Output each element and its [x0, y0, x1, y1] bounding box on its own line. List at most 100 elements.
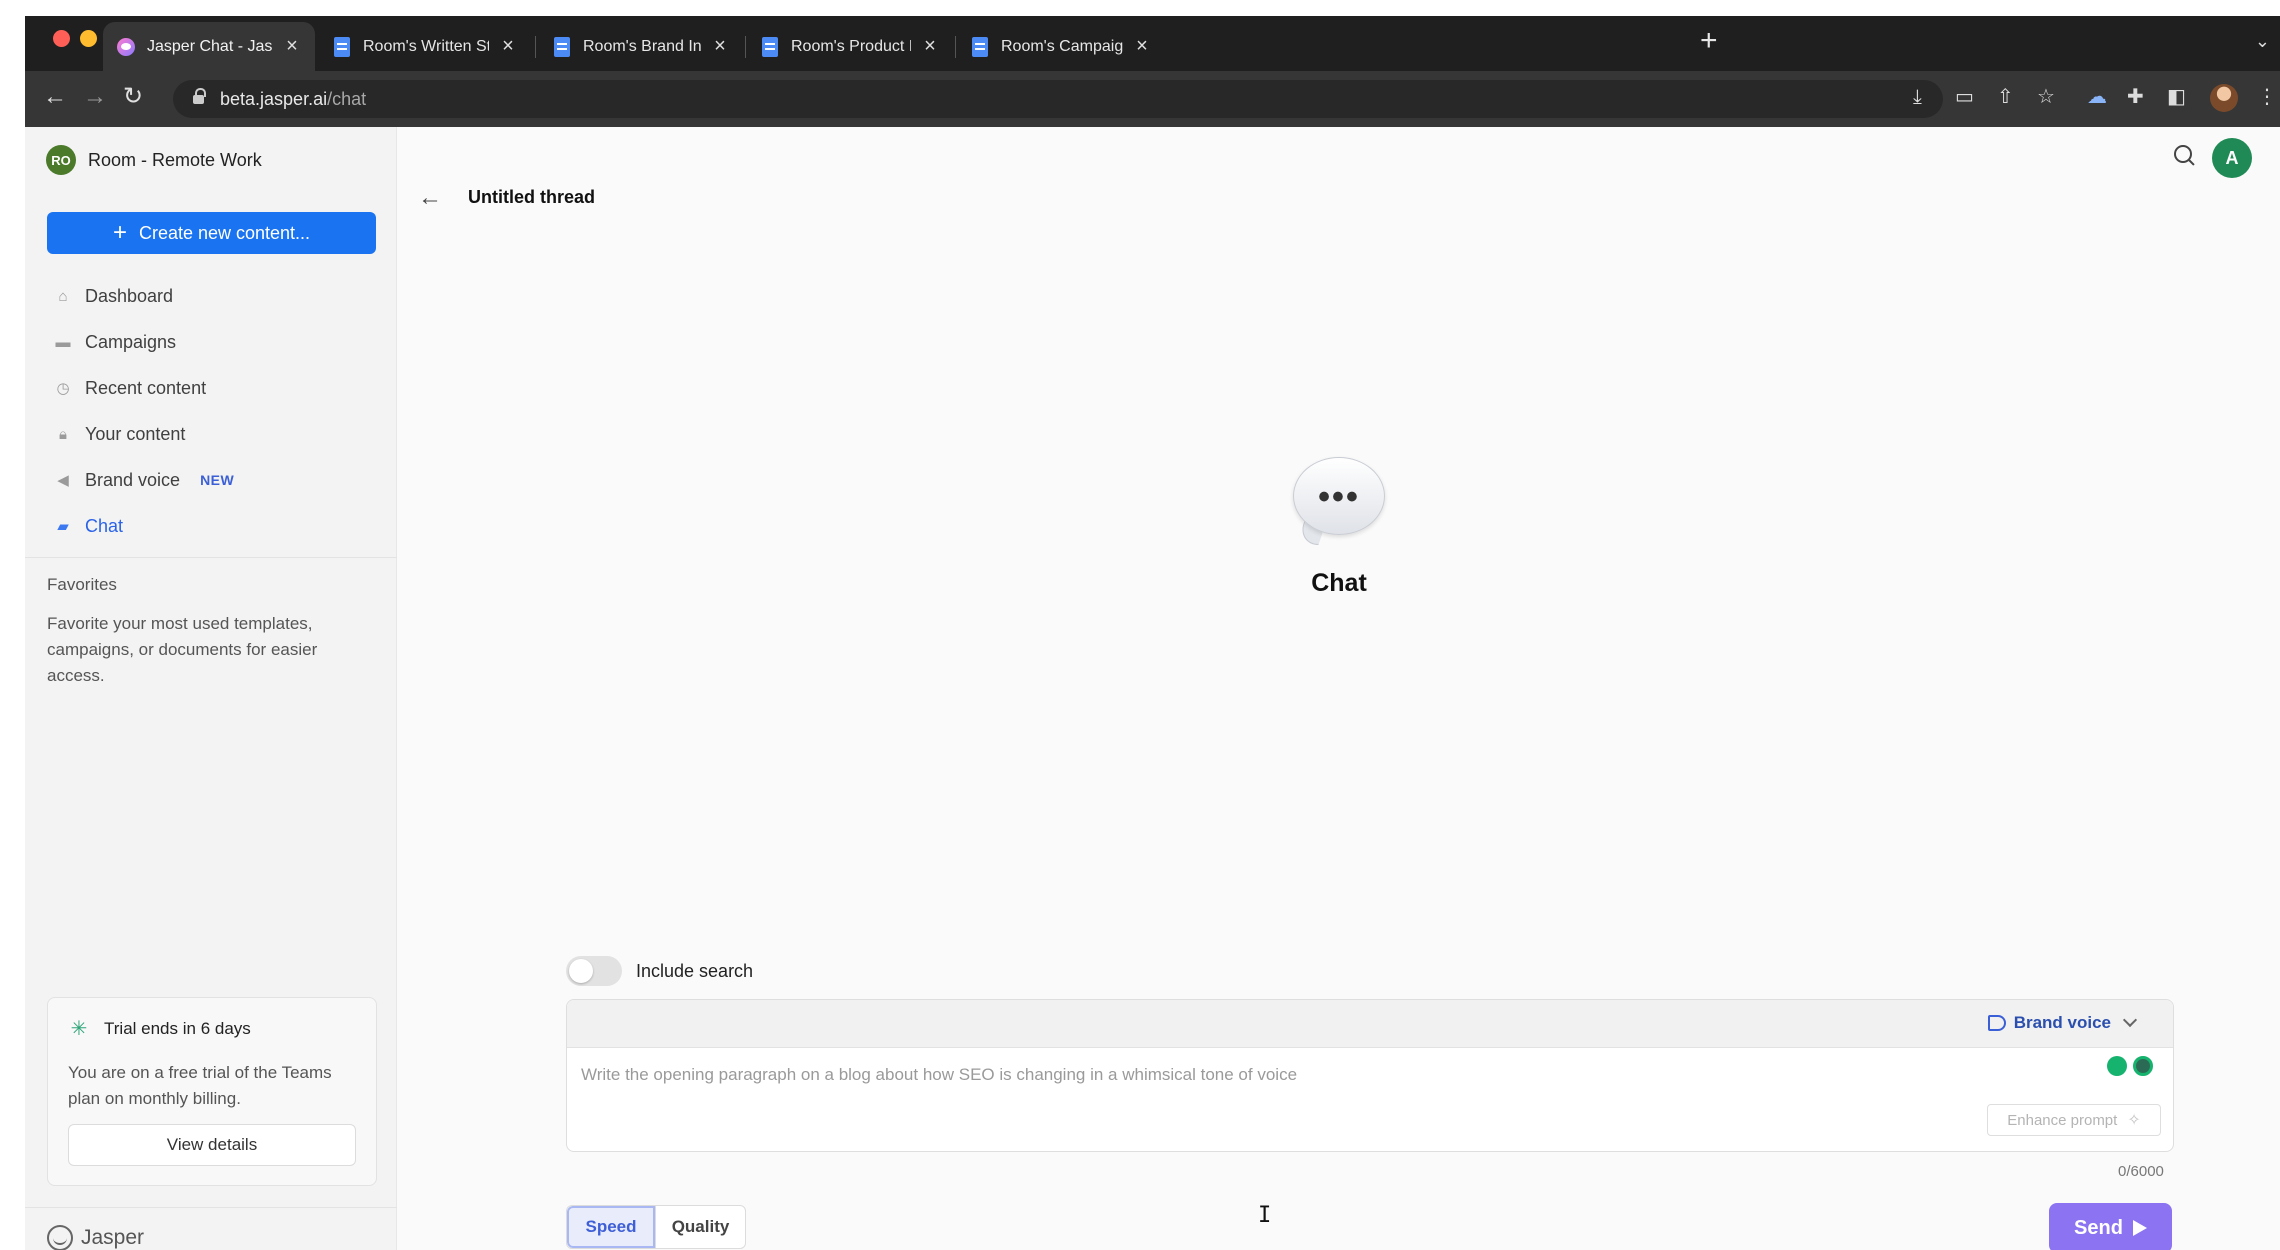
sidebar-item-label: Dashboard	[85, 285, 174, 306]
user-avatar[interactable]: A	[2212, 138, 2252, 178]
google-docs-icon	[971, 36, 989, 57]
extension-cloud-icon[interactable]: ☁	[2087, 85, 2107, 109]
sidebar-item-label: Campaigns	[85, 331, 177, 352]
composer-toolbar: Brand voice	[567, 1000, 2173, 1048]
favorites-title: Favorites	[47, 575, 117, 594]
input-extensions	[2107, 1056, 2153, 1076]
card-icon[interactable]: ▭	[1955, 85, 1974, 109]
tab-title: Room's Brand Information - Go	[583, 37, 701, 55]
side-panel-icon[interactable]: ◧	[2167, 85, 2186, 109]
sidebar-item-brand-voice[interactable]: ◀ Brand voice NEW	[47, 457, 377, 503]
tab-title: Jasper Chat - Jasper	[147, 37, 273, 55]
sidebar-item-recent-content[interactable]: ◷ Recent content	[47, 365, 377, 411]
search-icon[interactable]	[2174, 145, 2196, 167]
favorites-description: Favorite your most used templates, campa…	[47, 614, 318, 685]
url-host: beta.jasper.ai	[220, 88, 328, 109]
tab-title: Room's Campaign - The State o	[1001, 37, 1123, 55]
browser-window: Jasper Chat - Jasper × Room's Written St…	[25, 16, 2280, 1250]
mode-speed-button[interactable]: Speed	[567, 1206, 655, 1248]
reload-icon[interactable]: ↻	[123, 85, 143, 109]
toggle-switch[interactable]	[566, 956, 622, 986]
include-search-toggle[interactable]: Include search	[566, 956, 753, 986]
folder-icon: ▬	[55, 333, 71, 351]
tab-close-icon[interactable]: ×	[711, 35, 729, 58]
workspace-name: Room - Remote Work	[88, 149, 262, 170]
chat-main: A ← Untitled thread ••• Chat Include sea…	[398, 127, 2280, 1250]
brand-voice-label: Brand voice	[2013, 1013, 2111, 1032]
tab-search-chevron-icon[interactable]: ⌄	[2255, 31, 2270, 52]
back-arrow-icon[interactable]: ←	[418, 185, 442, 209]
forward-arrow-icon[interactable]: →	[83, 85, 107, 109]
include-search-label: Include search	[636, 960, 754, 981]
sidebar-item-label: Brand voice	[85, 469, 181, 490]
tab-close-icon[interactable]: ×	[283, 35, 301, 58]
browser-toolbar: ← → ↻ beta.jasper.ai/chat ⤓ ▭ ⇧ ☆ ☁ ✚ ◧ …	[25, 71, 2280, 127]
workspace-switcher[interactable]: RO Room - Remote Work	[46, 145, 262, 175]
trial-header: ✳ Trial ends in 6 days	[68, 1018, 251, 1040]
lightbulb-extension-icon[interactable]	[2107, 1056, 2127, 1076]
chat-composer: Brand voice Enhance prompt ✧	[566, 999, 2174, 1152]
back-arrow-icon[interactable]: ←	[43, 85, 67, 109]
sidebar-item-chat[interactable]: ▰ Chat	[47, 503, 377, 549]
create-new-content-button[interactable]: + Create new content...	[47, 212, 376, 254]
sidebar-nav: ⌂ Dashboard ▬ Campaigns ◷ Recent content…	[47, 273, 377, 549]
url-path: /chat	[327, 88, 367, 109]
chat-empty-title: Chat	[1311, 569, 1367, 597]
tab-close-icon[interactable]: ×	[921, 35, 939, 58]
send-arrow-icon	[2132, 1220, 2147, 1236]
sidebar: RO Room - Remote Work + Create new conte…	[25, 127, 397, 1250]
trial-description: You are on a free trial of the Teams pla…	[68, 1063, 332, 1108]
thread-title[interactable]: Untitled thread	[468, 187, 595, 208]
grammarly-icon[interactable]	[2133, 1056, 2153, 1076]
tab-separator	[535, 36, 536, 58]
google-docs-icon	[553, 36, 571, 57]
share-icon[interactable]: ⇧	[1997, 85, 2014, 109]
plus-icon: +	[112, 219, 127, 246]
browser-tab-campaign[interactable]: Room's Campaign - The State o ×	[957, 22, 1165, 71]
clock-icon: ◷	[56, 380, 70, 397]
mode-quality-button[interactable]: Quality	[655, 1206, 745, 1248]
sidebar-item-campaigns[interactable]: ▬ Campaigns	[47, 319, 377, 365]
minimize-window-button[interactable]	[80, 30, 97, 47]
tab-title: Room's Written Style Guide & B	[363, 37, 489, 55]
browser-profile-avatar[interactable]	[2210, 84, 2238, 112]
sidebar-item-label: Recent content	[85, 377, 207, 398]
bubble-dots: •••	[1318, 478, 1360, 516]
chevron-down-icon	[2122, 1012, 2138, 1028]
lock-icon: 🔒︎	[59, 425, 67, 443]
sidebar-item-your-content[interactable]: 🔒︎ Your content	[47, 411, 377, 457]
browser-tab-brand-info[interactable]: Room's Brand Information - Go ×	[539, 22, 743, 71]
home-icon: ⌂	[58, 287, 68, 305]
brand-voice-dropdown[interactable]: Brand voice	[1987, 1012, 2138, 1033]
google-docs-icon	[761, 36, 779, 57]
extensions-puzzle-icon[interactable]: ✚	[2127, 85, 2144, 109]
tab-close-icon[interactable]: ×	[1133, 35, 1151, 58]
close-window-button[interactable]	[53, 30, 70, 47]
chat-empty-state: ••• Chat	[398, 457, 2280, 598]
browser-tab-style-guide[interactable]: Room's Written Style Guide & B ×	[319, 22, 531, 71]
browser-tab-product-info[interactable]: Room's Product Info - Google D ×	[747, 22, 953, 71]
install-app-icon[interactable]: ⤓	[1913, 85, 1922, 109]
jasper-brand[interactable]: Jasper	[47, 1225, 144, 1250]
tab-strip: Jasper Chat - Jasper × Room's Written St…	[25, 16, 2280, 71]
sidebar-divider	[25, 1207, 397, 1208]
tab-close-icon[interactable]: ×	[499, 35, 517, 58]
create-button-label: Create new content...	[138, 222, 311, 243]
browser-menu-icon[interactable]: ⋮	[2257, 85, 2277, 109]
tab-separator	[745, 36, 746, 58]
lock-icon	[193, 87, 206, 106]
bookmark-star-icon[interactable]: ☆	[2037, 85, 2055, 109]
browser-tab-jasper-chat[interactable]: Jasper Chat - Jasper ×	[103, 22, 315, 71]
send-button[interactable]: Send	[2049, 1203, 2172, 1250]
brand-name: Jasper	[81, 1226, 145, 1249]
chat-icon: ▰	[57, 518, 69, 535]
new-badge: NEW	[200, 472, 235, 488]
speech-bubble-icon: •••	[1293, 457, 1385, 549]
prompt-input[interactable]	[581, 1062, 2011, 1088]
new-tab-button[interactable]: +	[1700, 26, 1718, 56]
enhance-prompt-button[interactable]: Enhance prompt ✧	[1987, 1104, 2161, 1136]
address-bar[interactable]: beta.jasper.ai/chat	[173, 80, 1943, 118]
sidebar-item-dashboard[interactable]: ⌂ Dashboard	[47, 273, 377, 319]
view-details-button[interactable]: View details	[68, 1124, 356, 1166]
sidebar-item-label: Your content	[85, 423, 186, 444]
